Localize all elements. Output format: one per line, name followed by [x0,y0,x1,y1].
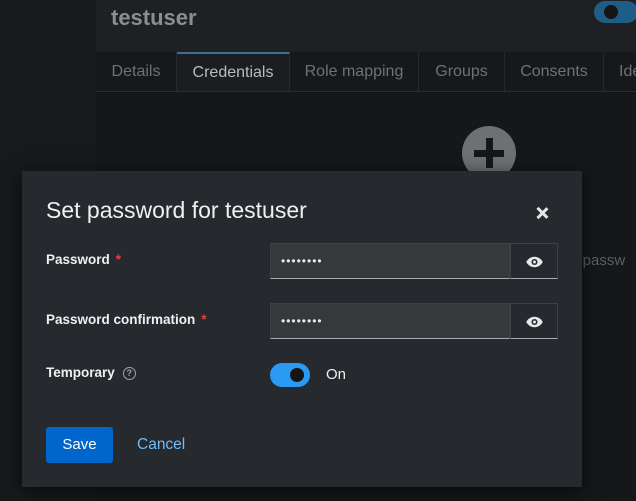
user-title: testuser [111,5,197,30]
password-label-text: Password [46,252,110,267]
required-marker: * [201,312,207,327]
temporary-label-text: Temporary [46,365,115,380]
page: testuser Details Credentials Role mappin… [0,0,636,501]
tab-details[interactable]: Details [96,52,177,91]
help-icon[interactable]: ? [122,367,136,380]
show-password-button[interactable] [510,243,558,279]
tab-groups[interactable]: Groups [419,52,505,91]
eye-icon [526,316,543,328]
set-password-modal: Set password for testuser Password * Pass… [22,171,582,487]
password-confirmation-input-group [270,303,558,339]
password-input-group [270,243,558,279]
toggle-knob [604,5,618,19]
modal-title: Set password for testuser [46,197,307,223]
password-confirmation-label-text: Password confirmation [46,312,196,327]
tab-consents[interactable]: Consents [505,52,604,91]
temporary-label: Temporary? [46,365,136,380]
temporary-switch[interactable] [270,363,310,387]
required-marker: * [115,252,122,267]
tab-identity-provider-links[interactable]: Ide [604,52,636,91]
password-confirmation-input[interactable] [270,303,510,339]
switch-knob [290,368,304,382]
eye-icon [526,256,543,268]
cancel-button[interactable]: Cancel [137,427,185,463]
tab-credentials[interactable]: Credentials [177,52,290,91]
save-button[interactable]: Save [46,427,113,463]
close-icon[interactable] [530,201,554,225]
temporary-state-label: On [326,366,347,383]
tab-role-mapping[interactable]: Role mapping [290,52,419,91]
password-confirmation-label: Password confirmation * [46,312,207,327]
password-input[interactable] [270,243,510,279]
password-label: Password * [46,252,121,267]
show-password-confirmation-button[interactable] [510,303,558,339]
